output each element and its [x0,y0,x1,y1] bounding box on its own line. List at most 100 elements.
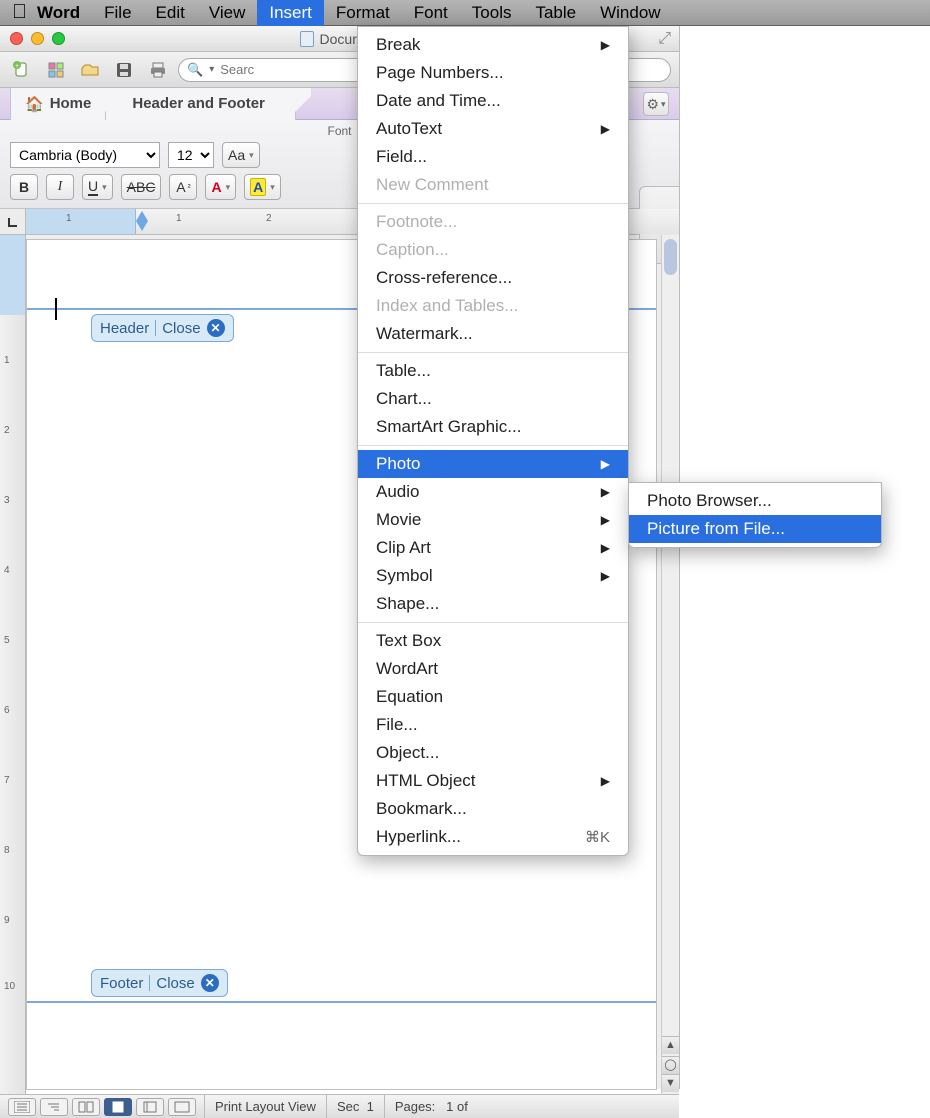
search-dropdown-icon[interactable]: ▾ [209,64,214,75]
save-button[interactable] [110,57,138,83]
menu-item-clip-art[interactable]: Clip Art▶ [358,534,628,562]
app-name[interactable]: Word [37,3,80,23]
scroll-thumb[interactable] [664,239,677,275]
submenu-arrow-icon: ▶ [601,774,610,788]
menu-item-smartart-graphic[interactable]: SmartArt Graphic... [358,413,628,441]
notebook-view-button[interactable] [136,1098,164,1116]
ruler-tick: 2 [266,213,272,230]
menu-file[interactable]: File [92,0,143,26]
menu-item-label: Photo [376,454,420,474]
templates-button[interactable] [42,57,70,83]
menu-item-label: WordArt [376,659,438,679]
focus-view-button[interactable] [168,1098,196,1116]
submenu-item-photo-browser[interactable]: Photo Browser... [629,487,881,515]
next-page-button[interactable]: ▼ [662,1074,679,1092]
menu-item-audio[interactable]: Audio▶ [358,478,628,506]
pages-label-text: Pages: [395,1099,435,1114]
tab-stop-selector[interactable] [0,209,26,235]
menu-item-wordart[interactable]: WordArt [358,655,628,683]
menu-item-bookmark[interactable]: Bookmark... [358,795,628,823]
close-icon[interactable]: ✕ [201,974,219,992]
submenu-arrow-icon: ▶ [601,541,610,555]
menu-item-label: Field... [376,147,427,167]
menu-item-label: Bookmark... [376,799,467,819]
italic-button[interactable]: I [46,174,74,200]
print-layout-view-button[interactable] [104,1098,132,1116]
menu-item-watermark[interactable]: Watermark... [358,320,628,348]
menu-item-object[interactable]: Object... [358,739,628,767]
menu-item-text-box[interactable]: Text Box [358,627,628,655]
outline-view-button[interactable] [40,1098,68,1116]
ruler-tick: 2 [4,425,10,436]
header-close-label[interactable]: Close [162,320,200,337]
underline-button[interactable]: U▾ [82,174,113,200]
document-icon [300,31,314,47]
strikethrough-button[interactable]: ABC [121,174,162,200]
menu-item-equation[interactable]: Equation [358,683,628,711]
menu-item-break[interactable]: Break▶ [358,31,628,59]
chevron-down-icon: ▾ [270,182,275,193]
menu-item-table[interactable]: Table... [358,357,628,385]
submenu-arrow-icon: ▶ [601,485,610,499]
menu-tools[interactable]: Tools [460,0,524,26]
draft-view-button[interactable] [8,1098,36,1116]
menu-item-field[interactable]: Field... [358,143,628,171]
submenu-arrow-icon: ▶ [601,38,610,52]
tab-header-footer[interactable]: Header and Footer [106,88,296,120]
font-name-select[interactable]: Cambria (Body) [10,142,160,168]
menu-table[interactable]: Table [523,0,588,26]
menu-item-label: Date and Time... [376,91,501,111]
menu-item-autotext[interactable]: AutoText ▶ [358,115,628,143]
print-button[interactable] [144,57,172,83]
submenu-arrow-icon: ▶ [601,457,610,471]
ribbon-options-button[interactable]: ⚙▾ [643,92,669,116]
new-button[interactable]: + [8,57,36,83]
menu-format[interactable]: Format [324,0,402,26]
menu-item-shape[interactable]: Shape... [358,590,628,618]
vertical-scrollbar[interactable]: ▲ ◯ ▼ [661,235,679,1094]
publishing-view-button[interactable] [72,1098,100,1116]
menu-font[interactable]: Font [402,0,460,26]
separator [149,975,150,991]
menu-item-photo[interactable]: Photo ▶ [358,450,628,478]
menu-item-hyperlink[interactable]: Hyperlink...⌘K [358,823,628,851]
menu-insert[interactable]: Insert [257,0,324,26]
menu-view[interactable]: View [197,0,258,26]
footer-close-label[interactable]: Close [156,975,194,992]
submenu-item-picture-from-file[interactable]: Picture from File... [629,515,881,543]
search-input[interactable] [220,62,300,77]
apple-menu-icon[interactable]:  [12,1,27,24]
menu-item-html-object[interactable]: HTML Object▶ [358,767,628,795]
prev-page-button[interactable]: ▲ [662,1036,679,1054]
menu-edit[interactable]: Edit [144,0,197,26]
highlight-button[interactable]: A▾ [244,174,281,200]
menu-item-label: New Comment [376,175,488,195]
vertical-ruler[interactable]: 1 2 3 4 5 6 7 8 9 10 [0,235,26,1094]
tab-home-label: Home [50,95,92,112]
menu-item-page-numbers[interactable]: Page Numbers... [358,59,628,87]
font-color-button[interactable]: A▾ [205,174,236,200]
menu-item-date-and-time[interactable]: Date and Time... [358,87,628,115]
font-size-stepper[interactable]: Aa▾ [222,142,260,168]
open-button[interactable] [76,57,104,83]
menu-item-cross-reference[interactable]: Cross-reference... [358,264,628,292]
subscript-button[interactable]: A² [169,174,197,200]
menu-item-label: AutoText [376,119,442,139]
bold-button[interactable]: B [10,174,38,200]
font-size-select[interactable]: 12 [168,142,214,168]
menu-item-chart[interactable]: Chart... [358,385,628,413]
menu-item-movie[interactable]: Movie▶ [358,506,628,534]
menu-shortcut: ⌘K [585,828,610,846]
menu-item-file[interactable]: File... [358,711,628,739]
submenu-arrow-icon: ▶ [601,569,610,583]
menu-item-new-comment: New Comment [358,171,628,199]
menu-window[interactable]: Window [588,0,672,26]
browse-object-button[interactable]: ◯ [662,1056,679,1074]
indent-marker[interactable] [136,211,148,221]
menu-item-symbol[interactable]: Symbol▶ [358,562,628,590]
submenu-arrow-icon: ▶ [601,122,610,136]
fullscreen-icon[interactable]: ⤢ [658,30,671,48]
tab-home[interactable]: 🏠 Home [10,88,106,120]
pages-label: Pages: 1 of [384,1095,478,1118]
close-icon[interactable]: ✕ [207,319,225,337]
